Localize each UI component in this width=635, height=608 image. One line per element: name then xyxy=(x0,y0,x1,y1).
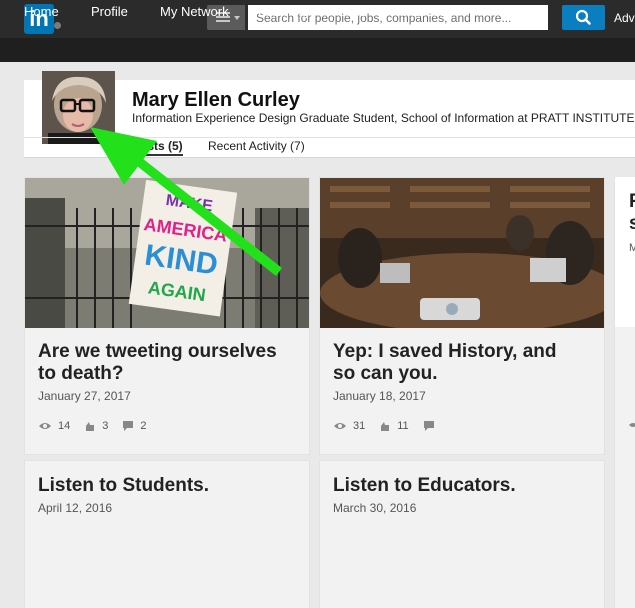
annotation-arrow-overlay xyxy=(90,127,282,276)
green-arrow-icon xyxy=(90,127,282,276)
